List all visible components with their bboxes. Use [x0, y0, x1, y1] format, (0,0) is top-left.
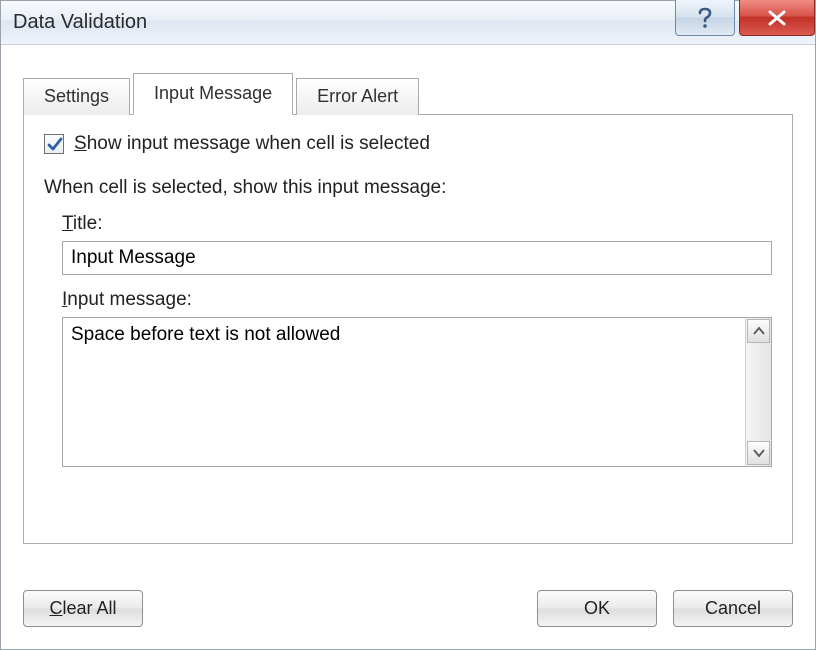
titlebar: Data Validation: [1, 1, 815, 45]
tab-input-message[interactable]: Input Message: [133, 73, 293, 115]
dialog-footer: Clear All OK Cancel: [23, 590, 793, 627]
section-heading: When cell is selected, show this input m…: [44, 177, 772, 199]
help-button[interactable]: [675, 0, 735, 36]
titlebar-buttons: [671, 0, 815, 36]
check-icon: [46, 136, 64, 154]
ok-cancel-group: OK Cancel: [537, 590, 793, 627]
show-message-checkbox[interactable]: [44, 134, 64, 154]
scroll-up-button[interactable]: [747, 319, 770, 343]
title-field-block: Title:: [62, 213, 772, 275]
dialog-content: Settings Input Message Error Alert Show …: [1, 45, 815, 566]
message-textarea[interactable]: [63, 318, 745, 466]
tab-error-alert[interactable]: Error Alert: [296, 78, 419, 115]
title-input[interactable]: [62, 241, 772, 275]
scroll-down-button[interactable]: [747, 441, 770, 465]
help-icon: [696, 7, 714, 29]
clear-all-button[interactable]: Clear All: [23, 590, 143, 627]
chevron-down-icon: [753, 448, 765, 458]
tab-settings[interactable]: Settings: [23, 78, 130, 115]
title-label: Title:: [62, 213, 772, 235]
cancel-button[interactable]: Cancel: [673, 590, 793, 627]
vertical-scrollbar[interactable]: [745, 318, 771, 466]
tab-strip: Settings Input Message Error Alert: [23, 75, 793, 114]
tab-panel: Show input message when cell is selected…: [23, 114, 793, 544]
chevron-up-icon: [753, 326, 765, 336]
message-textarea-wrap: [62, 317, 772, 467]
close-icon: [766, 10, 788, 26]
show-message-checkbox-label: Show input message when cell is selected: [74, 133, 430, 155]
window-title: Data Validation: [13, 11, 147, 34]
show-message-checkbox-row: Show input message when cell is selected: [44, 133, 772, 155]
dialog-window: Data Validation Settings Input Message E…: [0, 0, 816, 650]
close-button[interactable]: [739, 0, 815, 36]
ok-button[interactable]: OK: [537, 590, 657, 627]
message-field-block: Input message:: [62, 289, 772, 467]
message-label: Input message:: [62, 289, 772, 311]
